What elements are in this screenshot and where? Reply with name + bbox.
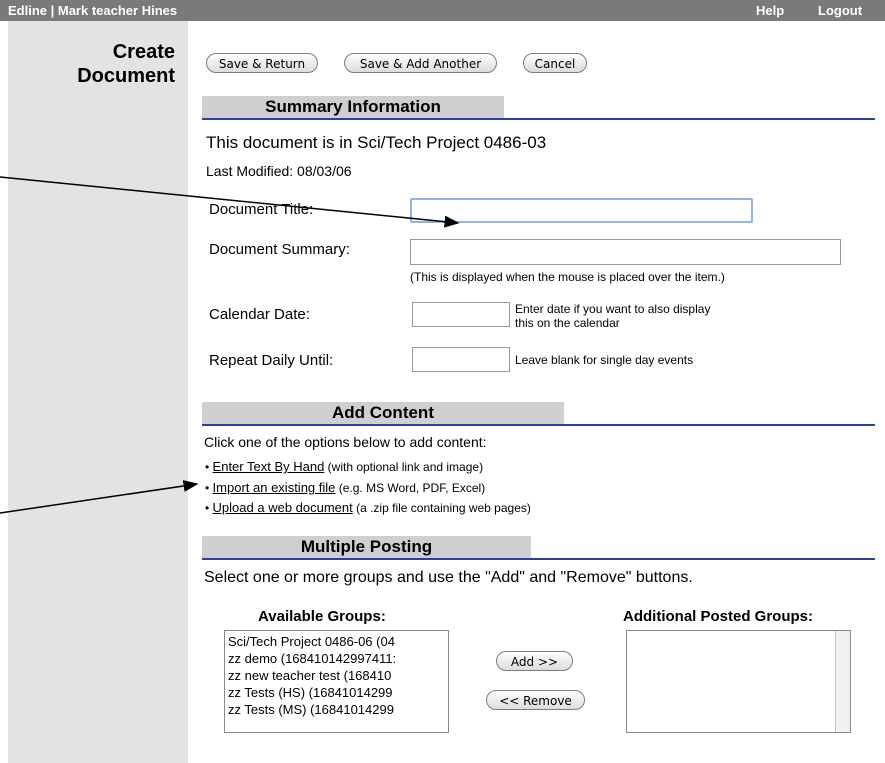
arrow-to-import-link [0,480,199,514]
arrow-to-title-field [0,176,460,228]
annotation-arrows [0,176,460,514]
